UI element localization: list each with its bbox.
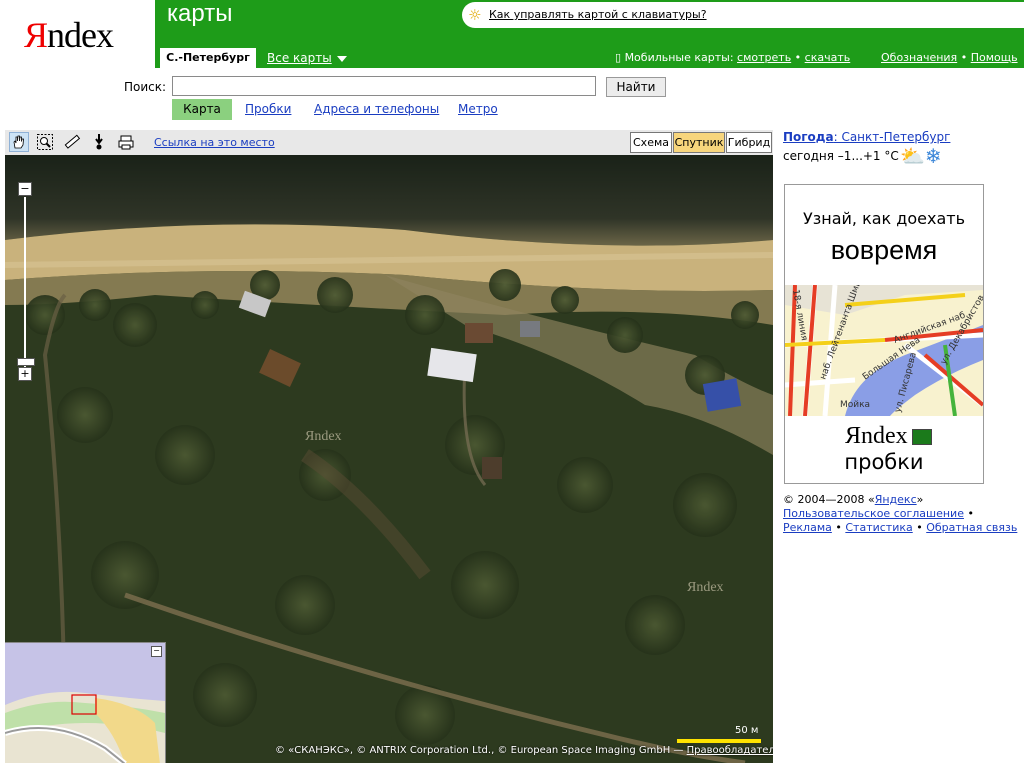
legend-link[interactable]: Обозначения: [881, 51, 957, 64]
traffic-ad-banner[interactable]: Узнай, как доехать вовремя наб. Лейтенан…: [784, 184, 984, 484]
tab-metro[interactable]: Метро: [458, 99, 498, 120]
scale-bar: [677, 739, 761, 743]
layer-scheme-button[interactable]: Схема: [630, 132, 672, 153]
pin-icon[interactable]: [90, 133, 108, 151]
user-agreement-link[interactable]: Пользовательское соглашение: [783, 507, 964, 520]
weather-city-link[interactable]: : Санкт-Петербург: [834, 130, 951, 144]
zoom-in-button[interactable]: +: [18, 367, 32, 381]
help-links: Обозначения • Помощь: [881, 51, 1018, 64]
weather-today: сегодня –1...+1 °С: [783, 149, 899, 163]
search-button[interactable]: Найти: [606, 77, 666, 97]
link-to-place[interactable]: Ссылка на это место: [154, 136, 275, 149]
weather-icons: ⛅❄: [900, 144, 942, 168]
weather-link[interactable]: Погода: [783, 130, 834, 144]
ad-product: пробки: [844, 450, 924, 474]
minimap-graphic: [5, 643, 165, 763]
ad-headline: Узнай, как доехать: [802, 209, 966, 228]
svg-text:Мойка: Мойка: [840, 400, 870, 410]
tab-map[interactable]: Карта: [172, 99, 232, 120]
ads-link[interactable]: Реклама: [783, 521, 832, 534]
traffic-light-icon: [911, 429, 932, 446]
tab-addresses[interactable]: Адреса и телефоны: [314, 99, 439, 120]
layer-hybrid-button[interactable]: Гибрид: [726, 132, 772, 153]
sun-icon: ☼: [468, 6, 482, 24]
zoom-slider-thumb[interactable]: [17, 358, 35, 366]
city-tab[interactable]: С.-Петербург: [160, 48, 256, 68]
keyboard-hint: ☼ Как управлять картой с клавиатуры?: [462, 2, 1024, 28]
phone-icon: ▯: [615, 51, 622, 64]
rights-holders-link[interactable]: Правообладатели: [687, 745, 773, 756]
chevron-down-icon: [336, 55, 347, 62]
layer-satellite-button[interactable]: Спутник: [673, 132, 725, 153]
yandex-logo[interactable]: Яndex: [24, 14, 114, 56]
feedback-link[interactable]: Обратная связь: [926, 521, 1017, 534]
map-watermark: Яndex: [305, 429, 342, 444]
ad-subheadline: вовремя: [830, 235, 938, 265]
mobile-maps: ▯ Мобильные карты: смотреть • скачать: [615, 51, 851, 64]
yandex-link[interactable]: Яндекс: [875, 493, 917, 506]
weather-block: Погода: Санкт-Петербург: [783, 130, 950, 144]
all-maps-dropdown[interactable]: Все карты: [267, 51, 347, 65]
search-input[interactable]: [172, 76, 596, 96]
footer-links: © 2004—2008 «Яндекс» Пользовательское со…: [783, 493, 1018, 534]
header-bar: карты ☼ Как управлять картой с клавиатур…: [155, 0, 1024, 68]
keyboard-hint-link[interactable]: Как управлять картой с клавиатуры?: [489, 8, 707, 21]
mobile-download-link[interactable]: скачать: [805, 51, 851, 64]
map-watermark: Яndex: [687, 580, 724, 595]
logo-area: Яndex: [0, 0, 155, 68]
ruler-icon[interactable]: [63, 133, 81, 151]
map-toolbar: Ссылка на это место Схема Спутник Гибрид: [5, 130, 773, 156]
zoom-area-icon[interactable]: [36, 133, 54, 151]
search-label: Поиск:: [124, 80, 167, 94]
help-link[interactable]: Помощь: [971, 51, 1018, 64]
snowflake-icon: ❄: [924, 144, 942, 168]
print-icon[interactable]: [117, 133, 135, 151]
partly-cloudy-icon: ⛅: [900, 144, 925, 168]
satellite-map[interactable]: Яndex Яndex − + − 50 м © «СКАНЭКС», © AN…: [5, 155, 773, 763]
map-copyright: © «СКАНЭКС», © ANTRIX Corporation Ltd., …: [275, 745, 773, 756]
ad-yandex-logo: Яndex: [845, 423, 932, 450]
tab-traffic[interactable]: Пробки: [245, 99, 291, 120]
stats-link[interactable]: Статистика: [845, 521, 912, 534]
overview-minimap[interactable]: −: [5, 642, 166, 763]
scale-label: 50 м: [735, 725, 759, 736]
app-title: карты: [167, 0, 233, 27]
mobile-view-link[interactable]: смотреть: [737, 51, 791, 64]
minimap-close-button[interactable]: −: [151, 646, 162, 657]
zoom-slider-track[interactable]: [24, 197, 26, 367]
zoom-out-button[interactable]: −: [18, 182, 32, 196]
ad-city-map: наб. Лейтенанта Шмидта Большая Нева Англ…: [785, 285, 983, 416]
hand-tool-icon[interactable]: [9, 132, 29, 152]
